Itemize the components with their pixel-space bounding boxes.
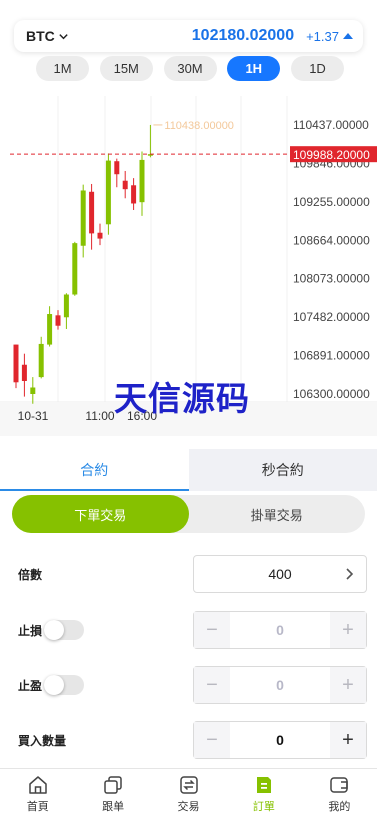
nav-label-orders: 訂單 — [252, 801, 275, 813]
nav-label-home: 首頁 — [26, 801, 49, 813]
market-order-button[interactable]: 下單交易 — [12, 495, 189, 533]
buy-quantity-input[interactable]: 0 — [230, 722, 330, 758]
ticker-bar: BTC 102180.02000 +1.37 — [14, 20, 363, 52]
limit-order-button[interactable]: 掛單交易 — [189, 495, 366, 533]
take-profit-row: 止盈 − 0 + — [0, 666, 377, 704]
period-tabs: 1M 15M 30M 1H 1D — [36, 56, 344, 82]
stop-loss-input[interactable]: 0 — [230, 612, 330, 648]
candle-body — [105, 160, 111, 225]
candle-body — [47, 314, 53, 345]
leverage-label: 倍數 — [18, 568, 43, 582]
buy-quantity-stepper: − 0 + — [193, 721, 367, 759]
nav-label-profile: 我的 — [328, 801, 351, 813]
contract-tabs: 合約 秒合約 — [0, 449, 377, 491]
current-price: 102180.02000 — [191, 27, 295, 44]
take-profit-toggle[interactable] — [44, 675, 84, 695]
stop-loss-toggle[interactable] — [44, 620, 84, 640]
buy-quantity-minus-button[interactable]: − — [194, 722, 230, 758]
y-tick-label: 106300.00000 — [293, 387, 370, 401]
candle-body — [89, 191, 95, 234]
tab-contract[interactable]: 合約 — [0, 449, 189, 491]
period-tab-1m[interactable]: 1M — [36, 56, 89, 81]
leverage-select[interactable]: 400 — [193, 555, 367, 593]
nav-item-trade[interactable]: 交易 — [151, 769, 226, 814]
y-tick-label: 110437.00000 — [293, 118, 369, 132]
period-tab-1h[interactable]: 1H — [227, 56, 281, 81]
arrow-up-icon — [343, 33, 353, 39]
buy-quantity-row: 買入數量 − 0 + — [0, 721, 377, 759]
period-tab-1d[interactable]: 1D — [291, 56, 344, 81]
copy-icon — [104, 776, 122, 794]
buy-quantity-plus-button[interactable]: + — [330, 722, 366, 758]
wallet-icon — [330, 777, 349, 793]
candle-body — [63, 294, 69, 318]
candle-body — [131, 185, 137, 204]
stop-loss-stepper: − 0 + — [193, 611, 367, 649]
take-profit-minus-button[interactable]: − — [194, 667, 230, 703]
take-profit-plus-button[interactable]: + — [330, 667, 366, 703]
bottom-nav: 首頁 跟单 交易 訂單 我的 — [0, 768, 377, 814]
chevron-right-icon — [346, 568, 354, 580]
nav-item-home[interactable]: 首頁 — [0, 769, 75, 814]
y-tick-label: 108073.00000 — [293, 272, 370, 286]
y-tick-label: 107482.00000 — [293, 310, 370, 324]
take-profit-stepper: − 0 + — [193, 666, 367, 704]
take-profit-input[interactable]: 0 — [230, 667, 330, 703]
stop-loss-row: 止損 − 0 + — [0, 611, 377, 649]
candle-body — [30, 387, 36, 394]
nav-label-trade: 交易 — [177, 801, 200, 813]
candle-body — [38, 343, 44, 378]
current-price-label: 109988.20000 — [293, 148, 370, 162]
nav-label-copy: 跟单 — [102, 801, 125, 813]
order-type-switch: 下單交易 掛單交易 — [12, 495, 365, 533]
symbol-label: BTC — [26, 28, 55, 44]
nav-item-profile[interactable]: 我的 — [302, 769, 377, 814]
exchange-icon — [179, 776, 198, 794]
buy-quantity-label: 買入數量 — [18, 734, 67, 748]
y-tick-label: 108664.00000 — [293, 233, 370, 247]
toggle-knob — [44, 620, 64, 640]
tab-second-contract[interactable]: 秒合約 — [189, 449, 377, 491]
candle-body — [80, 190, 86, 246]
nav-item-orders[interactable]: 訂單 — [226, 769, 301, 814]
x-tick-label: 11:00 — [85, 409, 114, 423]
candle-body — [21, 364, 27, 381]
toggle-knob — [44, 675, 64, 695]
stop-loss-plus-button[interactable]: + — [330, 612, 366, 648]
candle-body — [139, 159, 145, 203]
candle-body — [97, 232, 103, 239]
candle-body — [122, 180, 128, 190]
chevron-down-icon — [59, 33, 68, 39]
period-tab-15m[interactable]: 15M — [99, 56, 153, 81]
candle-body — [72, 243, 78, 295]
leverage-row: 倍數 400 — [0, 555, 377, 593]
y-tick-label: 106891.00000 — [293, 349, 370, 363]
home-icon — [28, 776, 47, 794]
candle-body — [114, 161, 120, 175]
price-change-value: +1.37 — [306, 28, 339, 44]
high-price-label: 110438.00000 — [164, 120, 234, 132]
stop-loss-label: 止損 — [18, 624, 43, 638]
x-tick-label: 10-31 — [18, 409, 49, 423]
symbol-selector[interactable]: BTC — [26, 28, 69, 44]
take-profit-label: 止盈 — [18, 679, 43, 693]
period-tab-30m[interactable]: 30M — [163, 56, 217, 81]
candle-body — [55, 315, 61, 326]
candle-body — [13, 344, 19, 383]
price-change: +1.37 — [306, 29, 353, 44]
watermark: 天信源码 — [114, 380, 250, 417]
y-tick-label: 109255.00000 — [293, 195, 370, 209]
leverage-value: 400 — [268, 566, 292, 582]
order-icon — [256, 777, 271, 793]
nav-item-copy[interactable]: 跟单 — [75, 769, 150, 814]
stop-loss-minus-button[interactable]: − — [194, 612, 230, 648]
